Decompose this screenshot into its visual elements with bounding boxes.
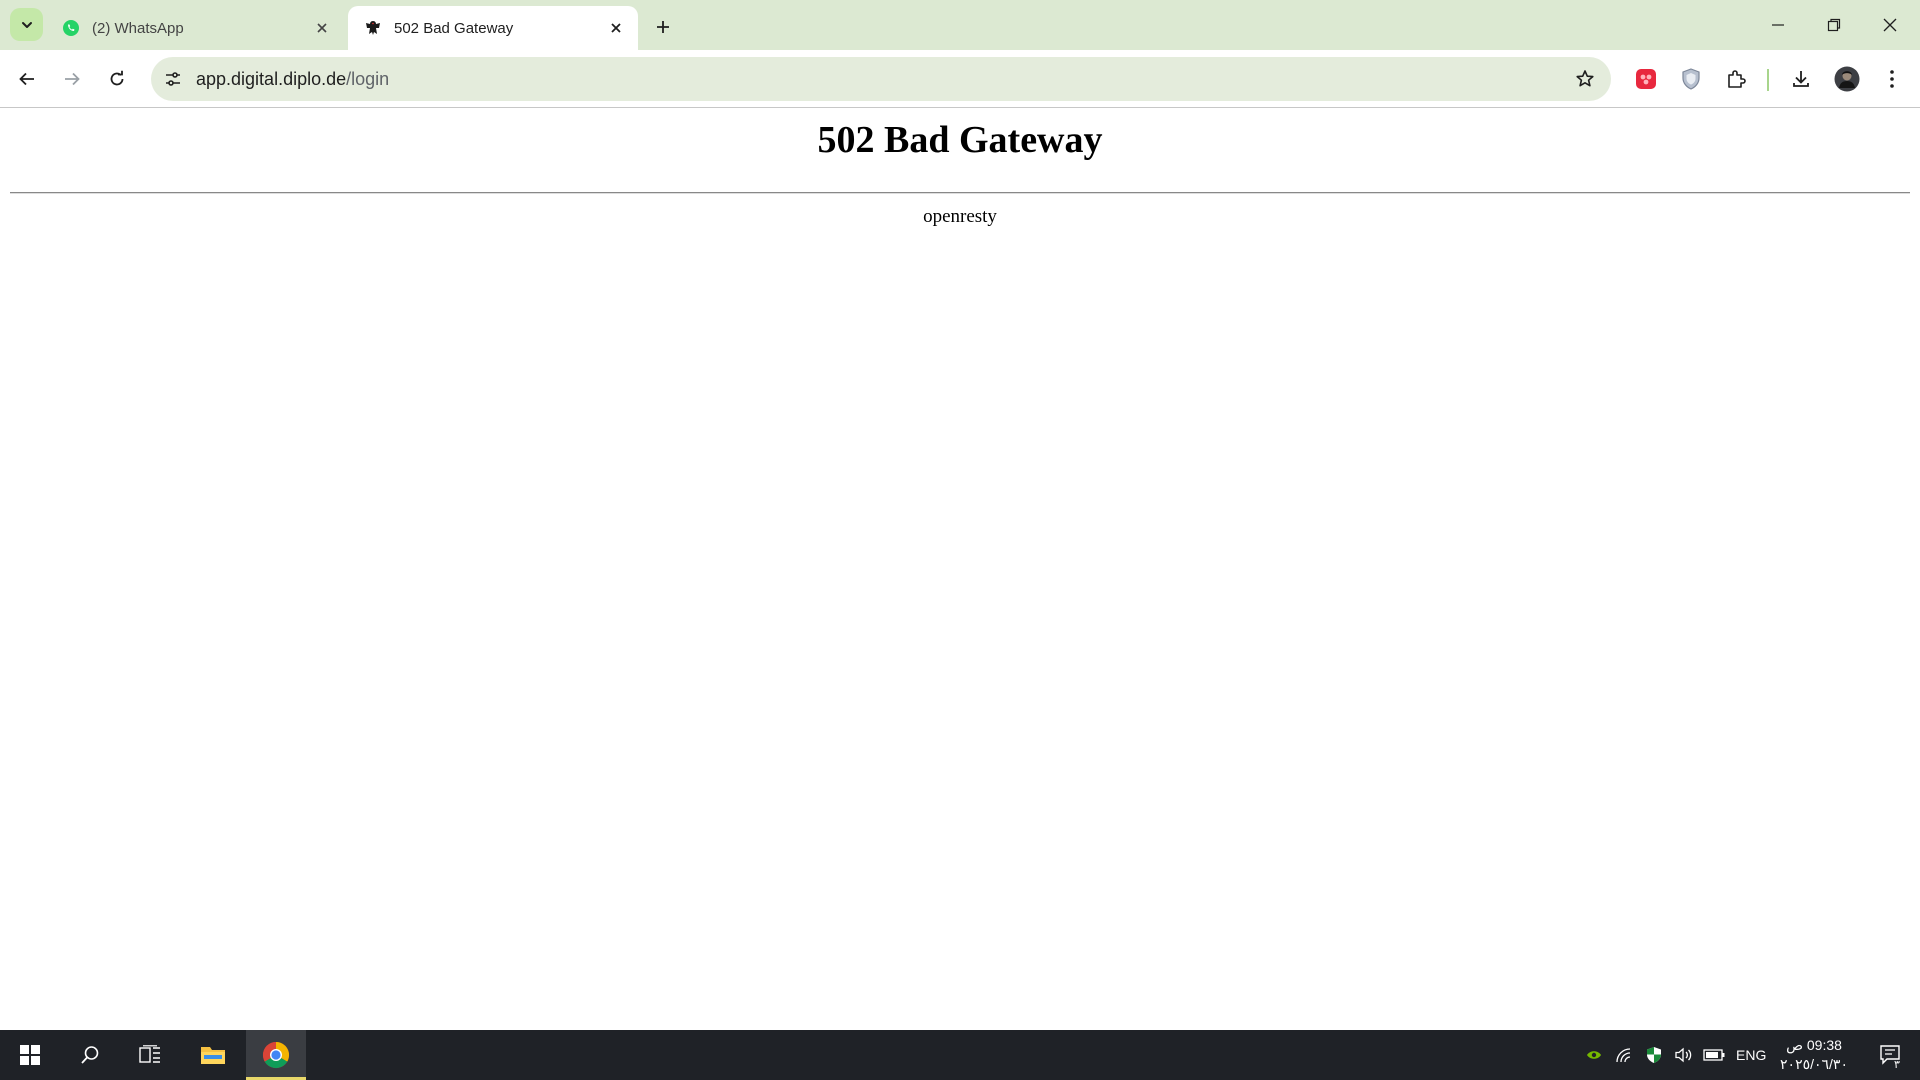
address-bar[interactable]: app.digital.diplo.de/login <box>151 57 1611 101</box>
time-text: 09:38 ص <box>1786 1037 1842 1053</box>
tab-strip: (2) WhatsApp 502 Bad Gateway <box>0 0 1920 50</box>
tab-502-bad-gateway[interactable]: 502 Bad Gateway <box>348 6 638 50</box>
nvidia-tray-icon[interactable] <box>1583 1045 1605 1065</box>
volume-icon[interactable] <box>1673 1045 1695 1065</box>
restore-icon <box>1827 18 1841 32</box>
notification-count: ٣ <box>1894 1058 1900 1071</box>
url-text[interactable]: app.digital.diplo.de/login <box>196 57 389 101</box>
red-extension-icon <box>1636 69 1656 89</box>
tune-icon <box>166 72 180 86</box>
tab-title: 502 Bad Gateway <box>394 19 514 37</box>
close-tab-icon[interactable] <box>310 16 334 40</box>
server-name: openresty <box>923 206 997 227</box>
network-icon[interactable] <box>1613 1045 1635 1065</box>
chevron-down-icon <box>21 21 32 28</box>
taskbar: ENG 09:38 ص ٢٠٢٥/٠٦/٣٠ ٣ <box>0 1030 1920 1080</box>
reload-icon <box>110 70 124 86</box>
tab-whatsapp[interactable]: (2) WhatsApp <box>46 6 344 50</box>
tab-search-button[interactable] <box>10 8 43 41</box>
minimize-icon <box>1772 24 1784 26</box>
language-indicator[interactable]: ENG <box>1736 1030 1766 1080</box>
whatsapp-icon <box>62 19 80 37</box>
star-icon <box>1576 70 1594 87</box>
new-tab-button[interactable] <box>648 12 678 42</box>
url-host: app.digital.diplo.de <box>196 69 347 89</box>
restore-button[interactable] <box>1806 0 1862 50</box>
page-content: 502 Bad Gateway openresty <box>0 108 1920 1030</box>
minimize-button[interactable] <box>1750 0 1806 50</box>
arrow-right-icon <box>65 72 80 86</box>
toolbar-divider <box>1767 69 1769 91</box>
arrow-left-icon <box>19 72 34 86</box>
puzzle-icon <box>1728 70 1746 88</box>
task-view-button[interactable] <box>120 1030 180 1080</box>
german-eagle-icon <box>364 19 382 37</box>
forward-button[interactable] <box>54 61 90 97</box>
chrome-taskbar-button[interactable] <box>246 1030 306 1080</box>
site-info-button[interactable] <box>157 63 189 95</box>
download-icon <box>1793 71 1809 87</box>
close-window-button[interactable] <box>1862 0 1918 50</box>
security-shield-icon[interactable] <box>1643 1045 1665 1065</box>
extensions-button[interactable] <box>1718 61 1754 97</box>
avatar <box>1834 66 1860 92</box>
back-button[interactable] <box>9 61 45 97</box>
start-button[interactable] <box>0 1030 60 1080</box>
close-icon <box>1883 18 1897 32</box>
battery-icon[interactable] <box>1703 1045 1725 1065</box>
error-heading: 502 Bad Gateway <box>817 119 1103 161</box>
folder-icon <box>201 1047 225 1064</box>
close-tab-icon[interactable] <box>604 16 628 40</box>
browser-toolbar: app.digital.diplo.de/login <box>0 50 1920 108</box>
search-icon <box>81 1046 99 1064</box>
task-view-icon <box>139 1045 160 1063</box>
divider <box>10 192 1910 194</box>
plus-icon <box>657 21 669 33</box>
extension-red-button[interactable] <box>1628 61 1664 97</box>
chrome-icon <box>262 1041 290 1069</box>
kebab-menu-icon <box>1890 70 1894 88</box>
file-explorer-button[interactable] <box>183 1030 243 1080</box>
clock[interactable]: 09:38 ص ٢٠٢٥/٠٦/٣٠ <box>1776 1036 1852 1074</box>
tab-title: (2) WhatsApp <box>92 19 184 37</box>
downloads-button[interactable] <box>1783 61 1819 97</box>
menu-button[interactable] <box>1874 61 1910 97</box>
profile-button[interactable] <box>1829 61 1865 97</box>
shield-icon <box>1682 68 1700 90</box>
search-button[interactable] <box>60 1030 120 1080</box>
extension-shield-button[interactable] <box>1673 61 1709 97</box>
date-text: ٢٠٢٥/٠٦/٣٠ <box>1780 1056 1848 1072</box>
url-path: /login <box>346 69 390 89</box>
notification-center-button[interactable]: ٣ <box>1866 1030 1916 1080</box>
reload-button[interactable] <box>99 61 135 97</box>
windows-icon <box>20 1045 40 1065</box>
bookmark-button[interactable] <box>1569 63 1601 95</box>
